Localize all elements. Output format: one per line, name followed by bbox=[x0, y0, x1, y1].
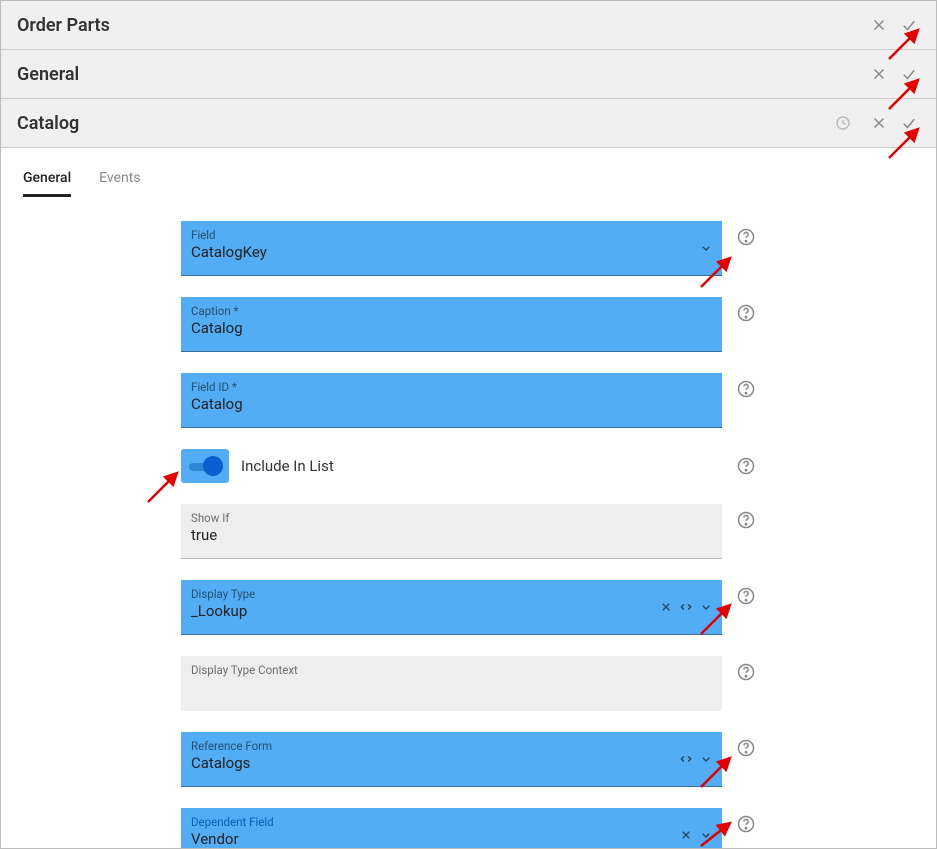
field-value: Catalog bbox=[191, 395, 712, 413]
chevron-down-icon[interactable] bbox=[698, 827, 714, 843]
field-value: Catalog bbox=[191, 319, 712, 337]
breadcrumb-title: Catalog bbox=[17, 113, 828, 134]
breadcrumb-title: General bbox=[17, 64, 864, 85]
toggle-include-in-list[interactable] bbox=[181, 449, 229, 483]
chevron-down-icon[interactable] bbox=[698, 599, 714, 615]
help-icon[interactable] bbox=[736, 227, 756, 247]
field-value: true bbox=[191, 526, 712, 544]
clear-icon[interactable] bbox=[678, 827, 694, 843]
help-icon[interactable] bbox=[736, 586, 756, 606]
help-icon[interactable] bbox=[736, 738, 756, 758]
help-icon[interactable] bbox=[736, 303, 756, 323]
field-dependent-field[interactable]: Dependent Field Vendor bbox=[181, 808, 722, 848]
field-label: Field bbox=[191, 228, 712, 242]
field-value: _Lookup bbox=[191, 602, 712, 620]
help-icon[interactable] bbox=[736, 456, 756, 476]
breadcrumb-general: General bbox=[1, 50, 936, 99]
field-display-type-context[interactable]: Display Type Context bbox=[181, 656, 722, 711]
close-button[interactable] bbox=[864, 59, 894, 89]
close-button[interactable] bbox=[864, 10, 894, 40]
field-value: Vendor bbox=[191, 830, 712, 848]
history-icon[interactable] bbox=[828, 108, 858, 138]
field-label: Show If bbox=[191, 511, 712, 525]
toggle-label: Include In List bbox=[241, 457, 722, 475]
field-field[interactable]: Field CatalogKey bbox=[181, 221, 722, 276]
field-label: Field ID * bbox=[191, 380, 712, 394]
tabs: General Events bbox=[1, 166, 936, 197]
confirm-button[interactable] bbox=[894, 10, 924, 40]
confirm-button[interactable] bbox=[894, 59, 924, 89]
confirm-button[interactable] bbox=[894, 108, 924, 138]
code-icon[interactable] bbox=[678, 599, 694, 615]
breadcrumb-catalog: Catalog bbox=[1, 99, 936, 148]
help-icon[interactable] bbox=[736, 814, 756, 834]
breadcrumb-title: Order Parts bbox=[17, 15, 864, 36]
field-reference-form[interactable]: Reference Form Catalogs bbox=[181, 732, 722, 787]
help-icon[interactable] bbox=[736, 379, 756, 399]
field-value: CatalogKey bbox=[191, 243, 712, 261]
chevron-down-icon[interactable] bbox=[698, 751, 714, 767]
tab-events[interactable]: Events bbox=[99, 166, 140, 197]
help-icon[interactable] bbox=[736, 510, 756, 530]
field-label: Display Type Context bbox=[191, 663, 712, 677]
field-label: Caption * bbox=[191, 304, 712, 318]
field-caption[interactable]: Caption * Catalog bbox=[181, 297, 722, 352]
field-field-id[interactable]: Field ID * Catalog bbox=[181, 373, 722, 428]
close-button[interactable] bbox=[864, 108, 894, 138]
field-label: Reference Form bbox=[191, 739, 712, 753]
tab-general[interactable]: General bbox=[23, 166, 71, 197]
field-display-type[interactable]: Display Type _Lookup bbox=[181, 580, 722, 635]
clear-icon[interactable] bbox=[658, 599, 674, 615]
breadcrumb-order-parts: Order Parts bbox=[1, 1, 936, 50]
field-show-if[interactable]: Show If true bbox=[181, 504, 722, 559]
field-label: Dependent Field bbox=[191, 815, 712, 829]
field-label: Display Type bbox=[191, 587, 712, 601]
help-icon[interactable] bbox=[736, 662, 756, 682]
field-value: Catalogs bbox=[191, 754, 712, 772]
code-icon[interactable] bbox=[678, 751, 694, 767]
form-scroll[interactable]: Field CatalogKey Caption * Catalog Field… bbox=[1, 201, 936, 848]
chevron-down-icon[interactable] bbox=[698, 240, 714, 256]
